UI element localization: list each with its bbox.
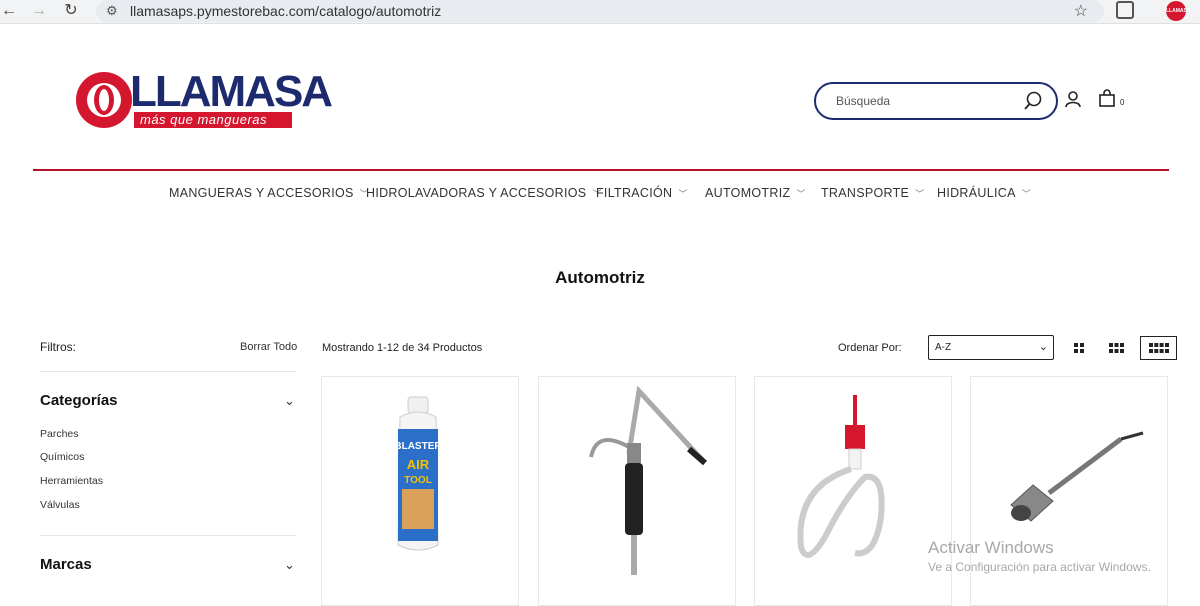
search-icon[interactable] [1022,89,1044,113]
nav-item-mangueras[interactable]: MANGUERAS Y ACCESORIOS ﹀ [169,186,369,200]
windows-watermark-title: Activar Windows [928,538,1054,557]
page-title: Automotriz [555,268,645,287]
chevron-down-icon: ⌄ [1038,341,1048,353]
filters-label: Filtros: [40,340,76,354]
back-icon[interactable]: ← [0,0,18,22]
logo-wordmark: LLAMASA [130,67,333,116]
cart-count-badge: 0 [1120,98,1125,107]
category-item-herramientas[interactable]: Herramientas [40,475,103,487]
grid-2-icon [1074,343,1084,353]
product-label: BLASTER [394,441,442,452]
svg-text:TOOL: TOOL [404,475,432,486]
chevron-down-icon: ﹀ [678,189,688,199]
chevron-down-icon: ﹀ [1021,189,1032,199]
address-bar[interactable]: ⚙ llamasaps.pymestorebac.com/catalogo/au… [96,0,1104,22]
chevron-down-icon[interactable]: ⌄ [284,393,295,409]
product-image-spray-bottle: BLASTER AIR TOOL [394,396,442,551]
brands-heading[interactable]: Marcas [40,556,92,573]
header-divider [33,169,1169,171]
logo-mark-icon [76,72,132,128]
sort-select[interactable]: A-Z ⌄ [928,335,1054,360]
main-navigation: MANGUERAS Y ACCESORIOS ﹀ HIDROLAVADORAS Y… [0,186,1200,206]
bookmark-star-icon[interactable]: ☆ [1074,1,1088,21]
nav-item-hidraulica[interactable]: HIDRÁULICA ﹀ [937,186,1031,200]
product-card[interactable] [538,376,736,606]
windows-watermark-subtitle: Ve a Configuración para activar Windows. [928,560,1151,574]
url-text[interactable]: llamasaps.pymestorebac.com/catalogo/auto… [130,3,441,19]
product-card[interactable] [754,376,952,606]
browser-toolbar: ← → ↻ ⚙ llamasaps.pymestorebac.com/catal… [0,0,1200,24]
sort-selected-value: A-Z [935,342,952,353]
extensions-icon[interactable] [1116,1,1134,19]
nav-item-filtracion[interactable]: FILTRACIÓN ﹀ [596,186,688,200]
product-card[interactable]: BLASTER AIR TOOL [321,376,519,606]
chevron-down-icon: ﹀ [915,189,925,199]
nav-item-hidrolavadoras[interactable]: HIDROLAVADORAS Y ACCESORIOS ﹀ [366,186,602,200]
grid-3-cols-button[interactable] [1104,336,1128,360]
categories-heading[interactable]: Categorías [40,392,118,409]
search-box [814,82,1058,120]
svg-text:AIR: AIR [407,457,430,472]
site-logo[interactable]: LLAMASA más que mangueras [74,68,333,132]
sort-label: Ordenar Por: [838,342,902,354]
search-input[interactable] [836,92,1016,110]
cart-icon[interactable] [1098,89,1116,107]
results-count: Mostrando 1-12 de 34 Productos [322,342,483,354]
chevron-down-icon[interactable]: ⌄ [284,557,295,573]
product-image-hand-pump [589,385,707,575]
sidebar-divider [40,535,296,536]
grid-3-icon [1108,343,1124,353]
sidebar-divider [40,371,296,372]
forward-icon[interactable]: → [30,0,48,22]
grid-4-cols-button[interactable] [1140,336,1177,360]
category-item-valvulas[interactable]: Válvulas [40,499,80,511]
profile-avatar[interactable]: LLAMASA [1166,1,1190,21]
product-image-siphon-pump [797,395,885,558]
grid-2-cols-button[interactable] [1068,336,1090,360]
chevron-down-icon: ﹀ [796,189,806,199]
site-settings-icon[interactable]: ⚙ [106,3,118,19]
reload-icon[interactable]: ↻ [62,0,80,22]
nav-item-automotriz[interactable]: AUTOMOTRIZ ﹀ [705,186,806,200]
category-item-parches[interactable]: Parches [40,428,79,440]
clear-all-link[interactable]: Borrar Todo [240,341,297,353]
grid-4-icon [1148,343,1169,353]
account-icon[interactable] [1064,90,1082,108]
category-item-quimicos[interactable]: Químicos [40,451,84,463]
logo-tagline: más que mangueras [134,112,292,128]
nav-item-transporte[interactable]: TRANSPORTE ﹀ [821,186,925,200]
